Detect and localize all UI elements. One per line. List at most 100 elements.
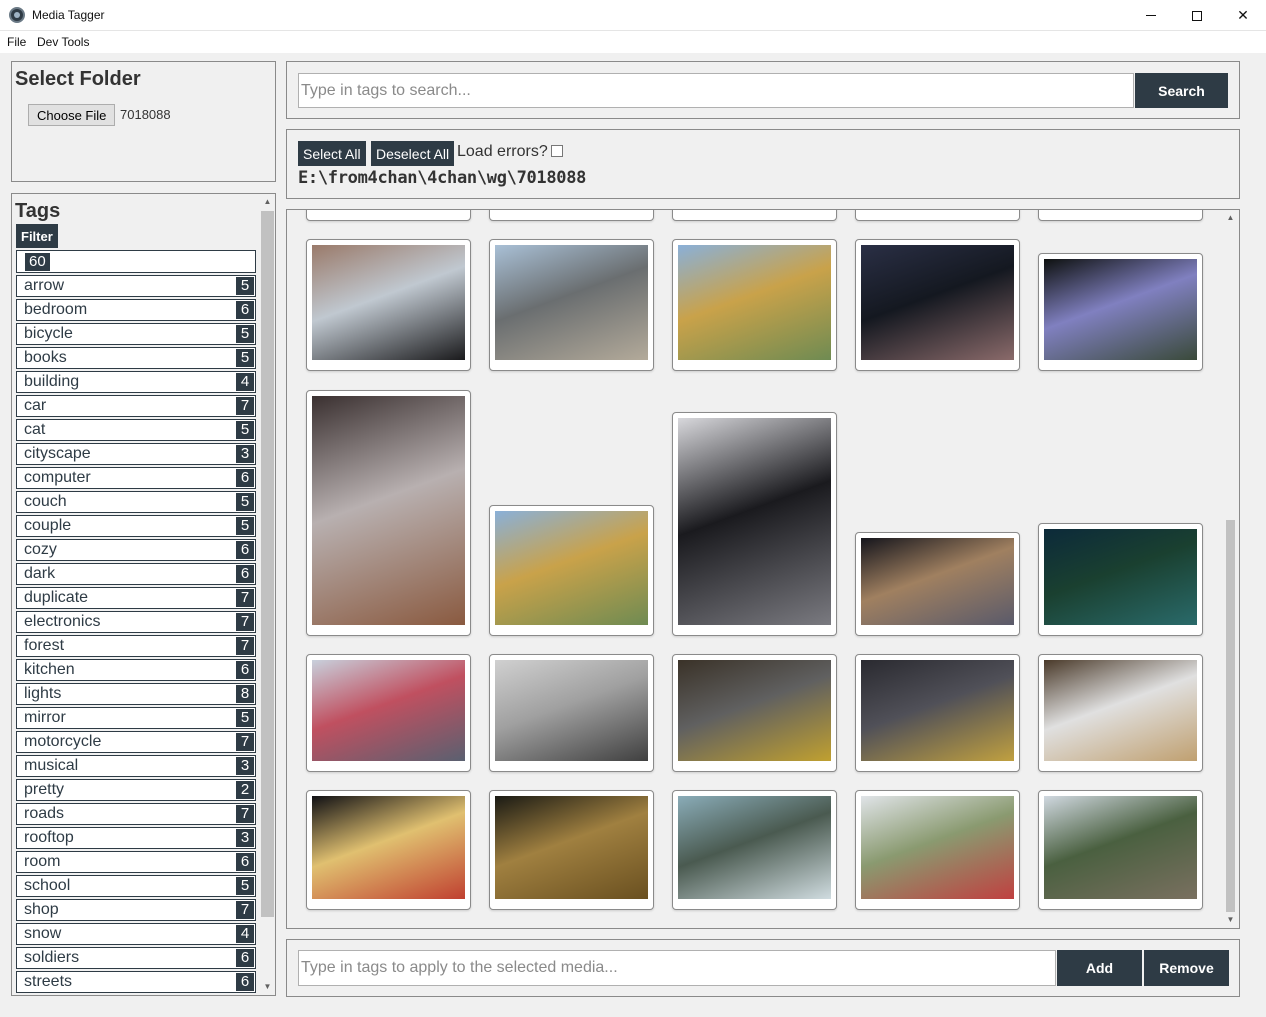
tag-item[interactable]: duplicate 7 (16, 587, 256, 609)
tag-item[interactable]: dark 6 (16, 563, 256, 585)
tag-item[interactable]: shop 7 (16, 899, 256, 921)
load-errors-checkbox[interactable] (551, 145, 563, 157)
deselect-all-button[interactable]: Deselect All (371, 141, 455, 166)
scroll-down-arrow[interactable]: ▼ (259, 979, 275, 995)
chosen-file-name: 7018088 (120, 107, 171, 122)
search-button[interactable]: Search (1135, 73, 1228, 108)
tag-item[interactable]: mirror 5 (16, 707, 256, 729)
apply-tags-panel: Add Remove (286, 939, 1240, 997)
tags-scrollbar[interactable]: ▲ ▼ (259, 194, 275, 995)
thumbnail-partial[interactable] (489, 210, 654, 221)
tag-item[interactable]: room 6 (16, 851, 256, 873)
tag-item[interactable]: arrow 5 (16, 275, 256, 297)
thumbnail[interactable] (489, 239, 654, 371)
tag-item[interactable]: snow 4 (16, 923, 256, 945)
tag-item[interactable]: kitchen 6 (16, 659, 256, 681)
gallery-scroll-thumb[interactable] (1226, 520, 1235, 912)
thumbnail[interactable] (855, 532, 1020, 636)
add-tags-button[interactable]: Add (1057, 950, 1142, 986)
tag-item-count: 4 (236, 373, 254, 391)
city-street-day-photo (312, 660, 465, 761)
thumbnail-partial[interactable] (306, 210, 471, 221)
menu-file[interactable]: File (7, 35, 26, 49)
thumbnail[interactable] (306, 654, 471, 772)
thumbnail[interactable] (306, 239, 471, 371)
thumbnail-partial[interactable] (672, 210, 837, 221)
remove-tags-button[interactable]: Remove (1144, 950, 1229, 986)
tag-item-count: 6 (236, 973, 254, 991)
thumbnail[interactable] (672, 412, 837, 636)
choose-file-button[interactable]: Choose File (28, 104, 116, 126)
tag-item-count: 6 (236, 469, 254, 487)
scroll-up-arrow[interactable]: ▲ (259, 194, 275, 210)
thumbnail[interactable] (1038, 790, 1203, 910)
tag-item[interactable]: motorcycle 7 (16, 731, 256, 753)
tag-item-count: 5 (236, 349, 254, 367)
tag-item-label: forest (24, 637, 65, 654)
close-button[interactable]: ✕ (1220, 0, 1266, 31)
filter-button[interactable]: Filter (16, 224, 58, 248)
apply-tags-input[interactable] (298, 950, 1056, 986)
tag-item[interactable]: couch 5 (16, 491, 256, 513)
tag-item[interactable]: streets 6 (16, 971, 256, 993)
thumbnail[interactable] (1038, 654, 1203, 772)
menu-dev-tools[interactable]: Dev Tools (37, 35, 89, 49)
select-all-button[interactable]: Select All (298, 141, 366, 166)
tags-scroll-thumb[interactable] (261, 211, 274, 917)
thumbnail[interactable] (306, 390, 471, 636)
thumbnail[interactable] (855, 654, 1020, 772)
tag-item[interactable]: books 5 (16, 347, 256, 369)
maximize-button[interactable] (1174, 0, 1220, 31)
thumbnail-partial[interactable] (855, 210, 1020, 221)
tag-item[interactable]: pretty 2 (16, 779, 256, 801)
tag-item[interactable]: cozy 6 (16, 539, 256, 561)
tag-item-label: motorcycle (24, 733, 102, 750)
mount-fuji-view-photo (678, 796, 831, 899)
thumbnail[interactable] (1038, 253, 1203, 371)
minimize-icon (1146, 15, 1156, 16)
tag-item[interactable]: cityscape 3 (16, 443, 256, 465)
search-input[interactable] (298, 73, 1134, 108)
tags-title: Tags (15, 200, 61, 222)
thumbnail[interactable] (489, 790, 654, 910)
tag-item[interactable]: school 5 (16, 875, 256, 897)
tag-item-label: soldiers (24, 949, 80, 966)
thumbnail[interactable] (855, 790, 1020, 910)
thumbnail[interactable] (672, 239, 837, 371)
thumbnail[interactable] (489, 505, 654, 636)
tag-item[interactable]: couple 5 (16, 515, 256, 537)
tag-item-count: 3 (236, 445, 254, 463)
tag-item[interactable]: building 4 (16, 371, 256, 393)
tag-filter-box[interactable]: 60 (16, 250, 256, 273)
tag-item[interactable]: soldiers 6 (16, 947, 256, 969)
tag-item[interactable]: electronics 7 (16, 611, 256, 633)
thumbnail-partial[interactable] (1038, 210, 1203, 221)
tag-item[interactable]: forest 7 (16, 635, 256, 657)
gallery-scroll-up-arrow[interactable]: ▲ (1222, 210, 1239, 226)
gallery-scroll-down-arrow[interactable]: ▼ (1222, 912, 1239, 928)
thumbnail[interactable] (489, 654, 654, 772)
tag-item[interactable]: cat 5 (16, 419, 256, 441)
tag-item[interactable]: computer 6 (16, 467, 256, 489)
tag-item[interactable]: bedroom 6 (16, 299, 256, 321)
quiet-street-houses-photo (1044, 796, 1197, 899)
tag-total-badge: 60 (25, 253, 50, 271)
thumbnail[interactable] (1038, 523, 1203, 636)
gallery-scrollbar[interactable]: ▲ ▼ (1222, 210, 1239, 928)
thumbnail[interactable] (855, 239, 1020, 371)
tag-item-count: 7 (236, 589, 254, 607)
tag-item[interactable]: roads 7 (16, 803, 256, 825)
tag-item[interactable]: rooftop 3 (16, 827, 256, 849)
minimize-button[interactable] (1128, 0, 1174, 31)
tag-item-label: couch (24, 493, 67, 510)
tag-item-label: arrow (24, 277, 65, 294)
thumbnail[interactable] (306, 790, 471, 910)
tag-item[interactable]: bicycle 5 (16, 323, 256, 345)
tag-item-label: pretty (24, 781, 65, 798)
tag-item[interactable]: musical 3 (16, 755, 256, 777)
tag-item[interactable]: lights 8 (16, 683, 256, 705)
narrow-alley-night-photo (495, 796, 648, 899)
thumbnail[interactable] (672, 790, 837, 910)
tag-item[interactable]: car 7 (16, 395, 256, 417)
thumbnail[interactable] (672, 654, 837, 772)
